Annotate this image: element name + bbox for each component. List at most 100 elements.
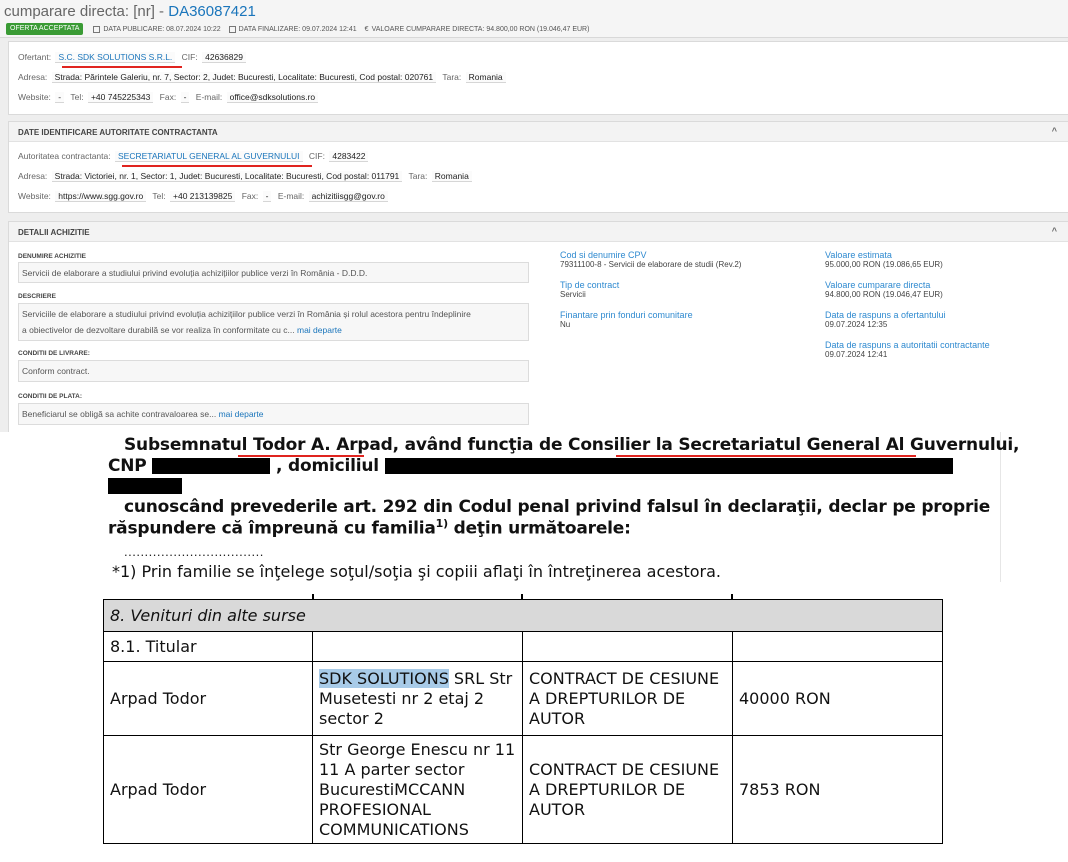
declaration-line-2: CNP , domiciliul: [108, 456, 953, 476]
cpv-value: 79311100-8 - Servicii de elaborare de st…: [560, 260, 742, 269]
amount-cell: 7853 RON: [732, 735, 943, 844]
declaration-text: Subsemnatul: [124, 435, 254, 455]
authority-tel-label: Tel:: [152, 191, 166, 201]
description-label: DESCRIERE: [18, 293, 56, 300]
publish-date-text: DATA PUBLICARE: 08.07.2024 10:22: [103, 25, 221, 33]
direct-value: € VALOARE CUMPARARE DIRECTA: 94.800,00 R…: [365, 26, 590, 33]
declaration-line-4: cunoscând prevederile art. 292 din Codul…: [124, 497, 991, 517]
authority-email-label: E-mail:: [277, 191, 305, 201]
procurement-portal-screenshot: cumparare directa: [nr] - DA36087421 OFE…: [0, 0, 1068, 432]
bidder-website: -: [55, 92, 65, 103]
authority-date-label: Data de raspuns a autoritatii contractan…: [825, 340, 990, 350]
bidder-tel-label: Tel:: [70, 92, 84, 102]
table-section-row: 8. Venituri din alte surse: [103, 599, 943, 632]
bidder-fax: -: [180, 92, 190, 103]
declaration-line-5: răspundere că împreună cu familia1) deţi…: [108, 517, 631, 539]
asset-declaration-excerpt: Subsemnatul Todor A. Arpad, având funcţi…: [0, 432, 1068, 862]
status-badge: OFERTA ACCEPTATA: [6, 23, 84, 35]
cpv-label: Cod si denumire CPV: [560, 250, 647, 260]
declaration-line-1: Subsemnatul Todor A. Arpad, având funcţi…: [124, 435, 1019, 455]
contract-type-label: Tip de contract: [560, 280, 620, 290]
service-cell: CONTRACT DE CESIUNE A DREPTURILOR DE AUT…: [522, 661, 733, 736]
bidder-email-label: E-mail:: [195, 92, 223, 102]
bidder-address-label: Adresa:: [18, 72, 48, 82]
service-cell: CONTRACT DE CESIUNE A DREPTURILOR DE AUT…: [522, 735, 733, 844]
estimated-value-block: Valoare estimata 95.000,00 RON (19.086,6…: [825, 250, 943, 270]
estimated-value-label: Valoare estimata: [825, 250, 892, 260]
delivery-field: Conform contract.: [18, 360, 529, 382]
bidder-name-link[interactable]: S.C. SDK SOLUTIONS S.R.L.: [55, 52, 176, 63]
authority-section-title: DATE IDENTIFICARE AUTORITATE CONTRACTANT…: [18, 128, 218, 137]
bidder-email: office@sdksolutions.ro: [226, 92, 319, 103]
bid-date-value: 09.07.2024 12:35: [825, 320, 888, 329]
bidder-country: Romania: [465, 72, 506, 83]
empty-cell: [312, 631, 523, 662]
authority-contact-row: Website: https://www.sgg.gov.ro Tel: +40…: [18, 191, 392, 202]
redacted-address: [384, 458, 953, 474]
direct-value-amount: 94.800,00 RON (19.046,47 EUR): [825, 290, 943, 299]
authority-name-label: Autoritatea contractanta:: [18, 151, 111, 161]
description-line1: Serviciile de elaborare a studiului priv…: [22, 309, 471, 319]
page-title: cumparare directa: [nr] - DA36087421: [4, 3, 256, 20]
amount-cell: 40000 RON: [732, 661, 943, 736]
table-subsection-row: 8.1. Titular: [103, 631, 943, 662]
final-date-text: DATA FINALIZARE: 09.07.2024 12:41: [238, 25, 357, 33]
declaration-text: răspundere că împreună cu familia: [108, 518, 436, 539]
source-address: Str George Enescu nr 11 11 A parter sect…: [319, 739, 516, 839]
footnote-mark: 1): [435, 517, 448, 530]
bid-date-label: Data de raspuns a ofertantului: [825, 310, 946, 320]
authority-fax: -: [262, 191, 272, 202]
title-prefix: cumparare directa: [nr] -: [4, 3, 165, 20]
euro-icon: €: [364, 25, 369, 33]
eu-funds-label: Finantare prin fonduri comunitare: [560, 310, 693, 320]
procedure-header: cumparare directa: [nr] - DA36087421 OFE…: [0, 0, 1068, 38]
authority-address-row: Adresa: Strada: Victoriei, nr. 1, Sector…: [18, 171, 476, 182]
payment-more-link[interactable]: mai departe: [219, 409, 264, 419]
table-row: Arpad Todor Str George Enescu nr 11 11 A…: [103, 735, 943, 844]
chevron-up-icon[interactable]: ^: [1052, 226, 1057, 236]
acquisition-section-header[interactable]: DETALII ACHIZITIE ^: [9, 222, 1068, 242]
authority-date-value: 09.07.2024 12:41: [825, 350, 888, 359]
bidder-contact-row: Website: - Tel: +40 745225343 Fax: - E-m…: [18, 92, 322, 103]
bidder-panel: Ofertant: S.C. SDK SOLUTIONS S.R.L. CIF:…: [8, 41, 1068, 115]
procedure-number-link[interactable]: DA36087421: [168, 3, 256, 20]
highlighted-company: SDK SOLUTIONS: [319, 668, 449, 688]
authority-country-label: Tara:: [408, 171, 428, 181]
publish-date: DATA PUBLICARE: 08.07.2024 10:22: [93, 25, 221, 33]
acquisition-section-title: DETALII ACHIZITIE: [18, 228, 90, 237]
bid-date-block: Data de raspuns a ofertantului 09.07.202…: [825, 310, 946, 330]
bidder-address-row: Adresa: Strada: Părintele Galeriu, nr. 7…: [18, 72, 510, 83]
authority-name-link[interactable]: SECRETARIATUL GENERAL AL GUVERNULUI: [115, 151, 303, 162]
redacted-cnp: [152, 458, 271, 474]
bidder-cif: 42636829: [202, 52, 246, 63]
delivery-value: Conform contract.: [22, 366, 90, 376]
red-underline: [122, 165, 312, 167]
chevron-up-icon[interactable]: ^: [1052, 126, 1057, 136]
description-line2: a obiectivelor de dezvoltare durabilă se…: [22, 325, 295, 335]
acquisition-name: Servicii de elaborare a studiului privin…: [22, 268, 368, 278]
authority-section-header[interactable]: DATE IDENTIFICARE AUTORITATE CONTRACTANT…: [9, 122, 1068, 142]
bidder-tel: +40 745225343: [87, 92, 154, 103]
domicile-label: , domiciliul: [270, 456, 385, 476]
calendar-icon: [228, 25, 236, 33]
red-underline: [62, 66, 182, 68]
authority-name-row: Autoritatea contractanta: SECRETARIATUL …: [18, 151, 372, 162]
payment-label: CONDITII DE PLATA:: [18, 393, 83, 400]
eu-funds-block: Finantare prin fonduri comunitare Nu: [560, 310, 693, 330]
holder-cell: Arpad Todor: [103, 735, 313, 844]
description-field: Serviciile de elaborare a studiului priv…: [18, 303, 529, 341]
authority-address-label: Adresa:: [18, 171, 48, 181]
redacted-address: [108, 478, 182, 494]
bidder-address: Strada: Părintele Galeriu, nr. 7, Sector…: [51, 72, 437, 83]
direct-value-block: Valoare cumparare directa 94.800,00 RON …: [825, 280, 943, 300]
holder-cell: Arpad Todor: [103, 661, 313, 736]
final-date: DATA FINALIZARE: 09.07.2024 12:41: [228, 25, 357, 33]
bidder-cif-label: CIF:: [181, 52, 198, 62]
declaration-text: ,: [1013, 435, 1020, 455]
description-more-link[interactable]: mai departe: [297, 325, 342, 335]
footnote: *1) Prin familie se înţelege soţul/soţia…: [112, 562, 721, 581]
income-table: 8. Venituri din alte surse 8.1. Titular …: [103, 599, 943, 844]
estimated-value: 95.000,00 RON (19.086,65 EUR): [825, 260, 943, 269]
authority-cif-label: CIF:: [308, 151, 325, 161]
declaration-text: deţin următoarele:: [447, 518, 631, 539]
